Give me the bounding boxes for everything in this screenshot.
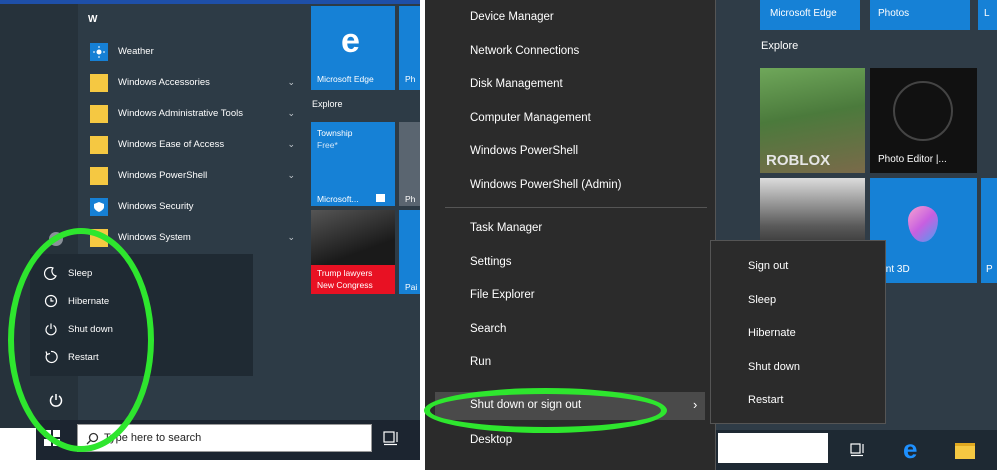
app-list-item[interactable]: Windows Ease of Access ⌄	[90, 129, 295, 160]
tile-label: P	[986, 264, 993, 275]
tile-label: Microsoft Edge	[317, 74, 374, 84]
chevron-down-icon: ⌄	[287, 77, 295, 87]
menu-item-desktop[interactable]: Desktop	[470, 434, 512, 446]
context-menu-item[interactable]: Windows PowerShell (Admin)	[470, 179, 621, 191]
news-photo	[311, 210, 395, 265]
chevron-down-icon: ⌄	[287, 170, 295, 180]
highlight-ring-shutdown-item	[424, 388, 667, 433]
tile-partial[interactable]: L	[978, 0, 997, 30]
context-menu-item[interactable]: Computer Management	[470, 112, 591, 124]
menu-separator	[445, 207, 707, 208]
context-menu-item[interactable]: Windows PowerShell	[470, 145, 578, 157]
edge-icon: e	[341, 22, 360, 60]
tile-roblox[interactable]: ROBLOX	[760, 68, 865, 173]
tile-label: Ph	[405, 74, 416, 84]
app-list-item[interactable]: Windows Accessories ⌄	[90, 67, 295, 98]
file-explorer-icon[interactable]	[955, 443, 975, 459]
app-list-label: Windows System	[118, 232, 191, 243]
chevron-down-icon: ⌄	[287, 232, 295, 242]
app-list-label: Windows Administrative Tools	[118, 108, 243, 119]
tile-label: Pai	[405, 282, 418, 292]
tile-label: ROBLOX	[766, 152, 831, 169]
tile-sublabel: Free*	[317, 140, 338, 150]
tile-label: Township	[317, 128, 353, 138]
section-letter[interactable]: W	[88, 14, 97, 25]
tile-label: New Congress	[317, 280, 373, 290]
folder-icon	[90, 135, 108, 154]
app-list-item[interactable]: Weather	[90, 36, 295, 67]
submenu-item[interactable]: Sleep	[748, 294, 776, 306]
folder-icon	[90, 166, 108, 185]
app-list-label: Windows PowerShell	[118, 170, 208, 181]
folder-icon	[90, 104, 108, 123]
app-list-item[interactable]: Windows Security	[90, 191, 295, 222]
tile-label: Microsoft...	[317, 194, 359, 204]
tile-photo-editor[interactable]: Photo Editor |...	[870, 68, 977, 173]
chevron-right-icon: ›	[693, 397, 698, 412]
tile-partial[interactable]: P	[981, 178, 997, 283]
context-menu-item[interactable]: File Explorer	[470, 289, 535, 301]
submenu-item[interactable]: Hibernate	[748, 327, 796, 339]
app-list-label: Windows Security	[118, 201, 194, 212]
submenu-item[interactable]: Restart	[748, 394, 783, 406]
shield-icon	[90, 197, 108, 216]
tile-label: Trump lawyers	[317, 268, 373, 278]
explore-heading: Explore	[761, 40, 799, 52]
folder-icon	[90, 73, 108, 92]
submenu-item[interactable]: Sign out	[748, 260, 788, 272]
tile-photos[interactable]: Photos	[870, 0, 970, 30]
tile-microsoft-edge[interactable]: Microsoft Edge	[760, 0, 860, 30]
tile-photos-partial[interactable]: Ph	[399, 6, 420, 90]
explore-heading: Explore	[312, 99, 343, 109]
context-menu-item[interactable]: Run	[470, 356, 491, 368]
context-menu-item[interactable]: Network Connections	[470, 45, 579, 57]
tile-paint-partial[interactable]: Pai	[399, 210, 420, 294]
tile-label: Photos	[878, 8, 910, 19]
task-view-icon[interactable]	[850, 443, 866, 457]
circle-logo-icon	[893, 81, 953, 141]
app-list-item[interactable]: Windows PowerShell ⌄	[90, 160, 295, 191]
context-menu-item[interactable]: Task Manager	[470, 222, 542, 234]
tile-township[interactable]: Township Free* Microsoft...	[311, 122, 395, 206]
context-menu-item[interactable]: Search	[470, 323, 506, 335]
context-menu-item[interactable]: Disk Management	[470, 78, 563, 90]
highlight-ring-power-menu	[8, 228, 154, 452]
app-list-item[interactable]: Windows Administrative Tools ⌄	[90, 98, 295, 129]
tile-label: Microsoft Edge	[770, 8, 837, 19]
paint-drop-icon	[908, 206, 938, 242]
weather-sun-icon	[90, 42, 108, 61]
app-list: Weather Windows Accessories ⌄ Windows Admin…	[90, 36, 295, 253]
edge-icon[interactable]: e	[903, 436, 917, 462]
tile-photo-partial[interactable]: Ph	[399, 122, 420, 206]
store-bag-icon	[376, 194, 385, 202]
app-list-label: Windows Accessories	[118, 77, 210, 88]
app-list-label: Windows Ease of Access	[118, 139, 225, 150]
context-menu-item[interactable]: Device Manager	[470, 11, 554, 23]
context-menu-item[interactable]: Settings	[470, 256, 512, 268]
tile-label: L	[984, 8, 990, 19]
tile-news[interactable]: Trump lawyers New Congress	[311, 210, 395, 294]
taskbar-search-box[interactable]	[718, 433, 828, 463]
app-list-label: Weather	[118, 46, 154, 57]
tile-label: Photo Editor |...	[878, 154, 947, 165]
task-view-icon[interactable]	[383, 430, 401, 446]
submenu-item[interactable]: Shut down	[748, 361, 800, 373]
chevron-down-icon: ⌄	[287, 139, 295, 149]
tile-label: Ph	[405, 194, 416, 204]
shutdown-submenu: Sign out Sleep Hibernate Shut down Restart	[710, 240, 886, 424]
tile-microsoft-edge[interactable]: e Microsoft Edge	[311, 6, 395, 90]
chevron-down-icon: ⌄	[287, 108, 295, 118]
tile-paint-3d[interactable]: aint 3D	[870, 178, 977, 283]
